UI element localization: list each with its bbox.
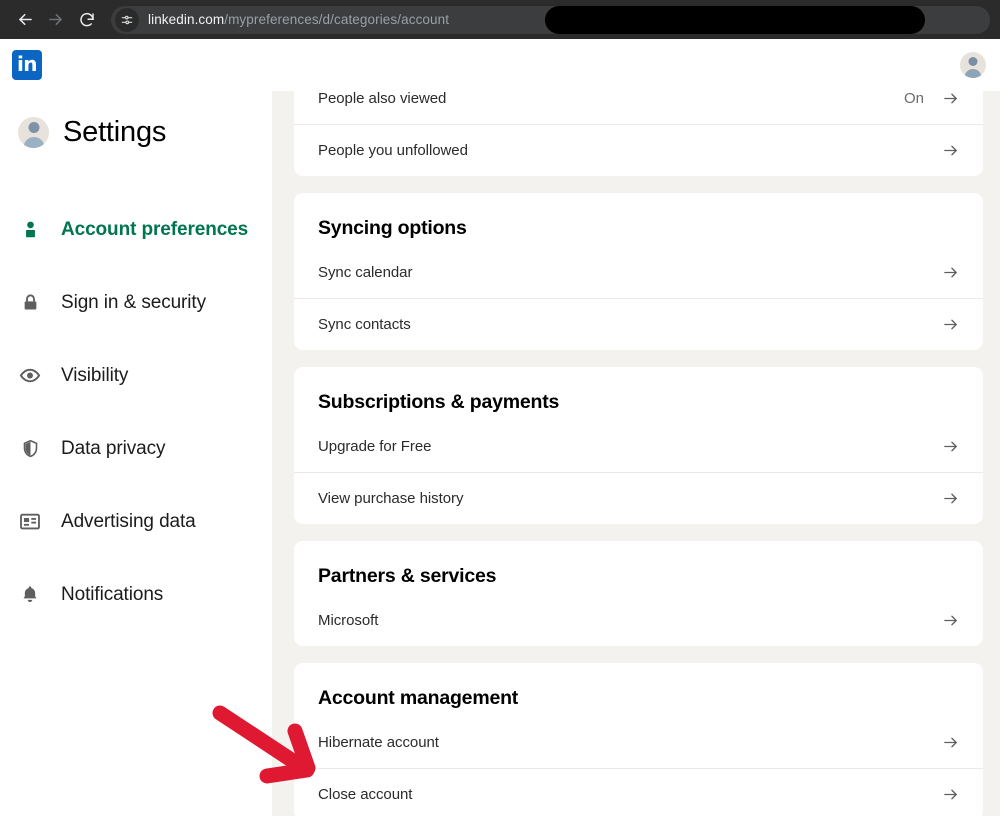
sidebar-item-label: Account preferences (61, 218, 249, 240)
row-label: Sync calendar (318, 263, 413, 281)
arrow-right-icon (942, 438, 959, 455)
settings-card-subscriptions-payments: Subscriptions & payments Upgrade for Fre… (294, 367, 983, 524)
avatar[interactable] (960, 52, 986, 78)
back-button[interactable] (10, 5, 40, 35)
sidebar-item-label: Sign in & security (61, 291, 206, 313)
linkedin-logo-icon[interactable]: in (12, 50, 42, 80)
row-label: Upgrade for Free (318, 437, 432, 455)
row-upgrade-for-free[interactable]: Upgrade for Free (294, 420, 983, 472)
row-close-account[interactable]: Close account (294, 768, 983, 816)
page-title: Settings (63, 116, 167, 148)
row-label: Microsoft (318, 611, 379, 629)
url-text: linkedin.com/mypreferences/d/categories/… (148, 12, 449, 27)
arrow-right-icon (942, 734, 959, 751)
sidebar-avatar (18, 117, 49, 148)
row-sync-calendar[interactable]: Sync calendar (294, 246, 983, 298)
sidebar-item-label: Advertising data (61, 510, 196, 532)
eye-icon (18, 365, 42, 386)
arrow-right-icon (942, 142, 959, 159)
sidebar-nav: Account preferences Sign in & security V… (18, 193, 272, 631)
row-people-also-viewed[interactable]: People also viewed On (294, 91, 983, 124)
url-path: /mypreferences/d/categories/account (224, 12, 450, 27)
row-label: Close account (318, 786, 413, 803)
settings-sidebar: Settings Account preferences Sign in & s… (0, 91, 272, 816)
sidebar-item-label: Notifications (61, 583, 164, 605)
settings-page: Settings Account preferences Sign in & s… (0, 91, 1000, 816)
forward-button[interactable] (40, 5, 70, 35)
url-domain: linkedin.com (148, 12, 225, 27)
row-view-purchase-history[interactable]: View purchase history (294, 472, 983, 524)
bell-icon (18, 584, 42, 605)
address-bar[interactable]: linkedin.com/mypreferences/d/categories/… (111, 5, 990, 34)
sidebar-item-notifications[interactable]: Notifications (18, 558, 272, 631)
lock-icon (18, 292, 42, 313)
id-card-icon (18, 512, 42, 531)
arrow-right-icon (942, 786, 959, 803)
arrow-right-icon (942, 91, 959, 107)
card-title: Partners & services (318, 565, 497, 587)
sidebar-item-label: Visibility (61, 364, 129, 386)
row-sync-contacts[interactable]: Sync contacts (294, 298, 983, 350)
arrow-right-icon (942, 264, 959, 281)
row-value: On (903, 91, 924, 107)
row-label: View purchase history (318, 490, 464, 507)
reload-button[interactable] (72, 5, 102, 35)
settings-card-syncing-options: Syncing options Sync calendar Sync conta… (294, 193, 983, 350)
tune-icon (121, 15, 133, 24)
site-settings-button[interactable] (115, 7, 139, 32)
sidebar-item-account-preferences[interactable]: Account preferences (18, 193, 272, 266)
sidebar-item-data-privacy[interactable]: Data privacy (18, 412, 272, 485)
row-label: Hibernate account (318, 733, 439, 751)
arrow-right-icon (942, 612, 959, 629)
card-title: Syncing options (318, 217, 467, 239)
card-title: Account management (318, 687, 519, 709)
linkedin-global-header: in (0, 39, 1000, 91)
arrow-right-icon (942, 316, 959, 333)
row-microsoft[interactable]: Microsoft (294, 594, 983, 646)
browser-toolbar: linkedin.com/mypreferences/d/categories/… (0, 0, 1000, 39)
settings-content: People also viewed On People you unfollo… (272, 91, 1000, 816)
arrow-right-icon (48, 13, 62, 26)
card-title: Subscriptions & payments (318, 391, 560, 413)
sidebar-item-visibility[interactable]: Visibility (18, 339, 272, 412)
sidebar-item-sign-in-security[interactable]: Sign in & security (18, 266, 272, 339)
settings-header: Settings (18, 116, 272, 149)
settings-card-account-management: Account management Hibernate account Clo… (294, 663, 983, 816)
row-people-you-unfollowed[interactable]: People you unfollowed (294, 124, 983, 176)
row-hibernate-account[interactable]: Hibernate account (294, 716, 983, 768)
shield-icon (18, 438, 42, 459)
sidebar-item-advertising-data[interactable]: Advertising data (18, 485, 272, 558)
row-label: Sync contacts (318, 316, 411, 333)
reload-icon (80, 12, 94, 26)
settings-card: People also viewed On People you unfollo… (294, 91, 983, 176)
settings-card-partners-services: Partners & services Microsoft (294, 541, 983, 646)
row-label: People you unfollowed (318, 142, 468, 159)
sidebar-item-label: Data privacy (61, 437, 166, 459)
arrow-right-icon (942, 490, 959, 507)
arrow-left-icon (18, 13, 32, 26)
row-label: People also viewed (318, 91, 447, 107)
url-redaction-overlay (545, 5, 925, 34)
person-icon (18, 219, 42, 240)
